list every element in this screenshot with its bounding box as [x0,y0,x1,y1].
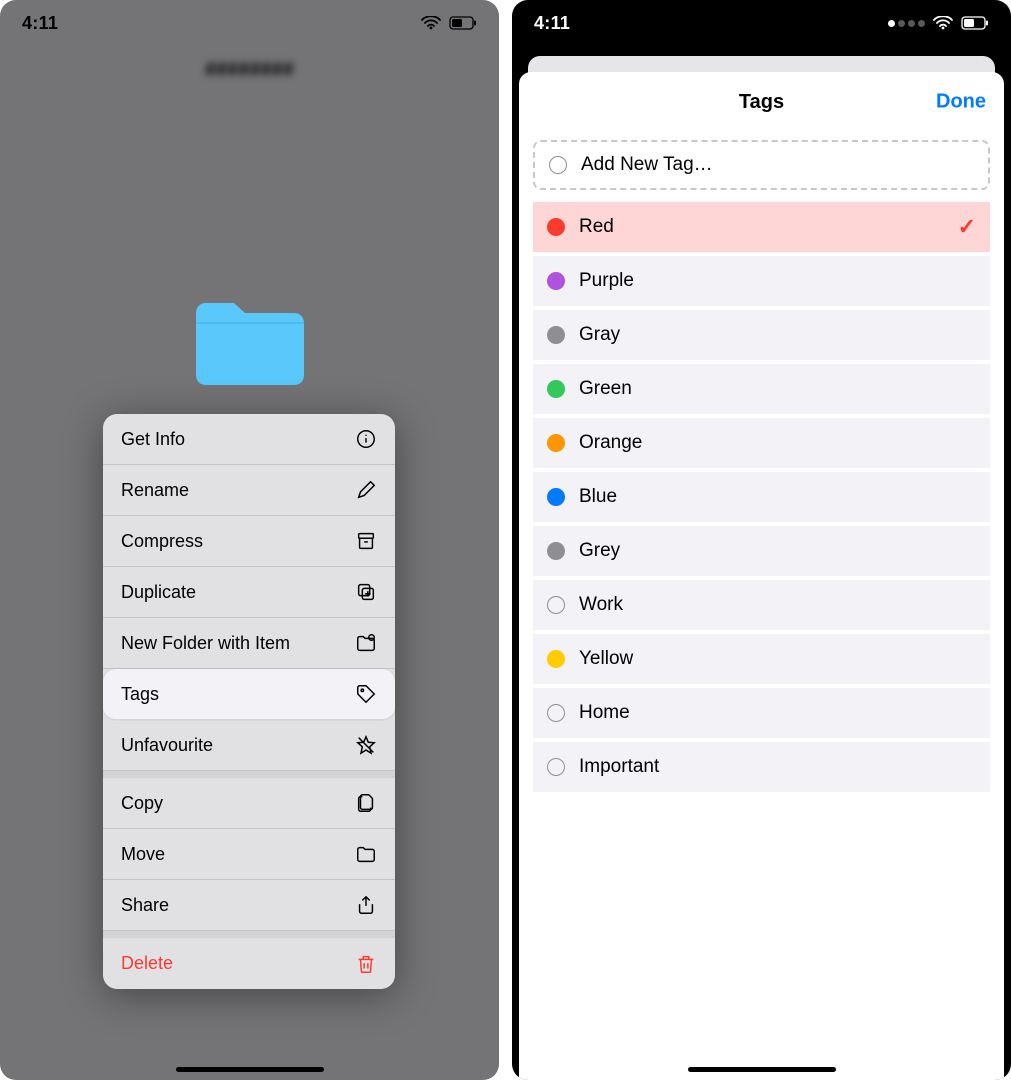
add-new-tag-label: Add New Tag… [581,154,713,176]
tags-sheet: Tags Done Add New Tag… Red ✓ Purple Gray Gre… [519,72,1004,1080]
tag-row-yellow[interactable]: Yellow [533,634,990,684]
tag-list: Red ✓ Purple Gray Green Orange Blue Grey Work Yel… [519,202,1004,796]
tag-row-work[interactable]: Work [533,580,990,630]
tag-row-orange[interactable]: Orange [533,418,990,468]
tag-row-important[interactable]: Important [533,742,990,792]
tag-label: Home [579,702,976,724]
pencil-icon [355,479,377,501]
tag-color-dot [547,488,565,506]
status-bar: 4:11 [0,0,499,46]
tag-label: Green [579,378,976,400]
status-bar: 4:11 [512,0,1011,46]
tag-row-purple[interactable]: Purple [533,256,990,306]
wifi-icon [933,16,953,30]
tag-color-dot [547,596,565,614]
tag-color-dot [547,380,565,398]
trash-icon [355,953,377,975]
phone-screen-left: ######## 4:11 Get InfoRenameCompressDupl… [0,0,499,1080]
ctx-item-compress[interactable]: Compress [103,516,395,567]
folderadd-icon [355,632,377,654]
folder-icon [355,843,377,865]
tag-row-green[interactable]: Green [533,364,990,414]
sheet-header: Tags Done [519,72,1004,132]
ctx-item-delete[interactable]: Delete [103,931,395,989]
ctx-item-label: Duplicate [121,582,196,603]
tag-color-dot [547,758,565,776]
info-icon [355,428,377,450]
ctx-item-label: Delete [121,953,173,974]
tag-label: Yellow [579,648,976,670]
ctx-item-label: Rename [121,480,189,501]
ctx-item-label: Unfavourite [121,735,213,756]
context-menu: Get Info Rename Compress Duplicate New Folde… [103,414,395,989]
ctx-item-move[interactable]: Move [103,829,395,880]
ctx-item-tags[interactable]: Tags [103,669,395,720]
tag-icon [355,683,377,705]
ctx-item-duplicate[interactable]: Duplicate [103,567,395,618]
tag-label: Work [579,594,976,616]
page-dots-icon [888,20,925,27]
share-icon [355,894,377,916]
wifi-icon [421,16,441,30]
ctx-item-share[interactable]: Share [103,880,395,931]
docs-icon [355,792,377,814]
tag-label: Red [579,216,944,238]
ctx-item-new-folder-with-item[interactable]: New Folder with Item [103,618,395,669]
tag-label: Important [579,756,976,778]
tag-color-dot [547,434,565,452]
tag-label: Grey [579,540,976,562]
ctx-item-label: New Folder with Item [121,633,290,654]
selected-folder-icon [190,295,310,390]
home-indicator[interactable] [688,1067,836,1072]
tag-row-home[interactable]: Home [533,688,990,738]
home-indicator[interactable] [176,1067,324,1072]
tag-row-red[interactable]: Red ✓ [533,202,990,252]
tag-row-grey[interactable]: Grey [533,526,990,576]
tag-color-dot [547,650,565,668]
ctx-item-get-info[interactable]: Get Info [103,414,395,465]
check-icon: ✓ [958,214,976,240]
tag-color-dot [547,326,565,344]
battery-icon [961,16,989,30]
ctx-item-copy[interactable]: Copy [103,771,395,829]
empty-tag-icon [549,156,567,174]
star-off-icon [355,734,377,756]
battery-icon [449,16,477,30]
ctx-item-unfavourite[interactable]: Unfavourite [103,720,395,771]
ctx-item-label: Get Info [121,429,185,450]
ctx-item-label: Compress [121,531,203,552]
archive-icon [355,530,377,552]
tag-color-dot [547,542,565,560]
status-time: 4:11 [22,13,58,34]
status-time: 4:11 [534,13,570,34]
ctx-item-label: Move [121,844,165,865]
tag-color-dot [547,218,565,236]
tag-color-dot [547,272,565,290]
tag-row-gray[interactable]: Gray [533,310,990,360]
tag-row-blue[interactable]: Blue [533,472,990,522]
ctx-item-label: Tags [121,684,159,705]
ctx-item-label: Share [121,895,169,916]
ctx-item-rename[interactable]: Rename [103,465,395,516]
add-new-tag[interactable]: Add New Tag… [533,140,990,190]
tag-label: Purple [579,270,976,292]
sheet-title: Tags [739,91,784,114]
tag-label: Orange [579,432,976,454]
ctx-item-label: Copy [121,793,163,814]
done-button[interactable]: Done [936,91,986,114]
tag-label: Gray [579,324,976,346]
phone-screen-right: 4:11 Tags Done Add New Tag… Red ✓ Purple Gr… [512,0,1011,1080]
tag-color-dot [547,704,565,722]
tag-label: Blue [579,486,976,508]
duplicate-icon [355,581,377,603]
